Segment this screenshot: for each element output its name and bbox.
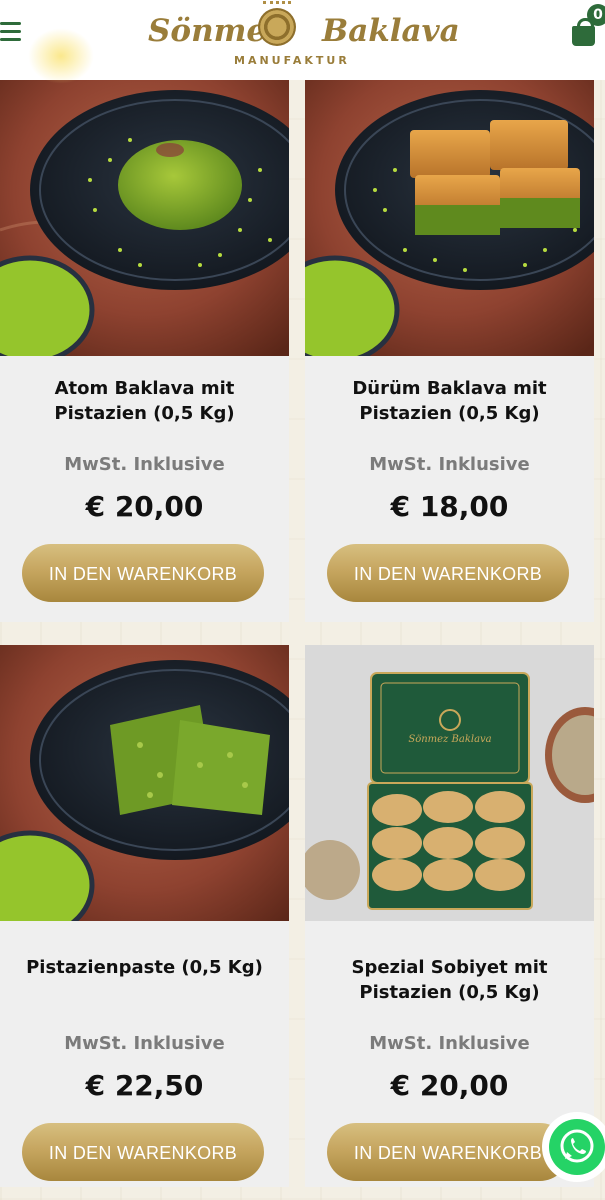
product-tax-note: MwSt. Inklusive	[64, 454, 225, 475]
tin-label: Sönmez Baklava	[408, 734, 491, 745]
product-title[interactable]: Spezial Sobiyet mit Pistazien (0,5 Kg)	[311, 955, 588, 1005]
product-image-pistazienpaste[interactable]	[0, 645, 289, 921]
hamburger-menu-icon[interactable]	[0, 22, 22, 44]
product-card: Atom Baklava mit Pistazien (0,5 Kg) MwSt…	[0, 80, 289, 622]
product-card: Dürüm Baklava mit Pistazien (0,5 Kg) MwS…	[305, 80, 594, 622]
add-to-cart-button[interactable]: IN DEN WARENKORB	[22, 544, 264, 602]
add-to-cart-button[interactable]: IN DEN WARENKORB	[327, 544, 569, 602]
product-title[interactable]: Pistazienpaste (0,5 Kg)	[6, 955, 283, 980]
product-title[interactable]: Dürüm Baklava mit Pistazien (0,5 Kg)	[311, 376, 588, 426]
product-card: Pistazienpaste (0,5 Kg) MwSt. Inklusive …	[0, 645, 289, 1187]
product-image-atom-baklava[interactable]	[0, 80, 289, 356]
site-logo[interactable]: Sönmez Baklava MANUFAKTUR	[146, 0, 460, 72]
whatsapp-chat-button[interactable]	[542, 1112, 605, 1182]
product-image-durum-baklava[interactable]	[305, 80, 594, 356]
product-image-spezial-sobiyet[interactable]: Sönmez Baklava	[305, 645, 594, 921]
add-to-cart-button[interactable]: IN DEN WARENKORB	[22, 1123, 264, 1181]
whatsapp-icon	[549, 1119, 605, 1175]
logo-text-right: Baklava	[322, 13, 460, 49]
cart-count-badge: 0	[587, 4, 605, 26]
product-tax-note: MwSt. Inklusive	[64, 1033, 225, 1054]
product-price: € 20,00	[390, 1069, 509, 1102]
product-price: € 22,50	[85, 1069, 204, 1102]
product-title[interactable]: Atom Baklava mit Pistazien (0,5 Kg)	[6, 376, 283, 426]
product-card: Sönmez Baklava Spezial Sobiyet mit Pista…	[305, 645, 594, 1187]
tap-highlight	[28, 28, 94, 84]
add-to-cart-button[interactable]: IN DEN WARENKORB	[327, 1123, 569, 1181]
logo-subtitle: MANUFAKTUR	[234, 54, 350, 67]
product-price: € 18,00	[390, 490, 509, 523]
product-price: € 20,00	[85, 490, 204, 523]
product-tax-note: MwSt. Inklusive	[369, 1033, 530, 1054]
product-tax-note: MwSt. Inklusive	[369, 454, 530, 475]
logo-emblem-icon	[258, 1, 296, 46]
